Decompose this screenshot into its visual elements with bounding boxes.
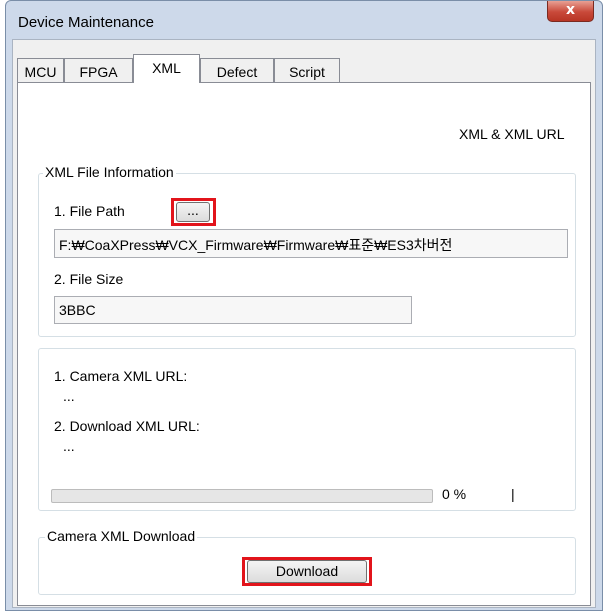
tab-label: Script (289, 64, 325, 80)
download-xml-url-value: ... (63, 438, 75, 454)
xml-file-info-legend: XML File Information (43, 164, 176, 180)
file-path-label: 1. File Path (54, 203, 125, 219)
download-progress-bar (51, 489, 433, 503)
download-xml-url-label: 2. Download XML URL: (54, 418, 200, 434)
tab-label: XML (152, 60, 181, 76)
camera-xml-url-value: ... (63, 388, 75, 404)
tab-mcu[interactable]: MCU (17, 58, 64, 82)
camera-xml-download-legend: Camera XML Download (45, 528, 198, 544)
camera-xml-url-label: 1. Camera XML URL: (54, 368, 188, 384)
tab-defect[interactable]: Defect (200, 58, 274, 82)
device-maintenance-window: Device Maintenance x MCU FPGA XML Defect… (5, 0, 603, 611)
xml-tab-panel: XML & XML URL XML File Information 1. Fi… (17, 82, 591, 606)
close-button[interactable]: x (547, 1, 594, 22)
tab-script[interactable]: Script (274, 58, 340, 82)
progress-cursor: | (511, 486, 515, 502)
progress-percent: 0 % (442, 486, 467, 502)
tab-xml[interactable]: XML (133, 54, 200, 83)
file-path-field[interactable]: F:₩CoaXPress₩VCX_Firmware₩Firmware₩표준₩ES… (54, 229, 568, 258)
tab-label: Defect (216, 64, 258, 80)
tab-fpga[interactable]: FPGA (64, 58, 133, 82)
title-bar[interactable]: Device Maintenance x (6, 1, 602, 39)
browse-button-highlight (171, 198, 216, 226)
close-icon: x (565, 2, 576, 18)
download-button-highlight (242, 557, 372, 586)
window-title: Device Maintenance (18, 14, 154, 31)
file-size-field[interactable]: 3BBC (54, 296, 412, 324)
tab-label: MCU (24, 64, 57, 80)
file-size-label: 2. File Size (54, 271, 124, 287)
tab-label: FPGA (79, 64, 118, 80)
client-area: MCU FPGA XML Defect Script XML & XML URL… (12, 39, 596, 608)
header-label: XML & XML URL (459, 126, 565, 142)
